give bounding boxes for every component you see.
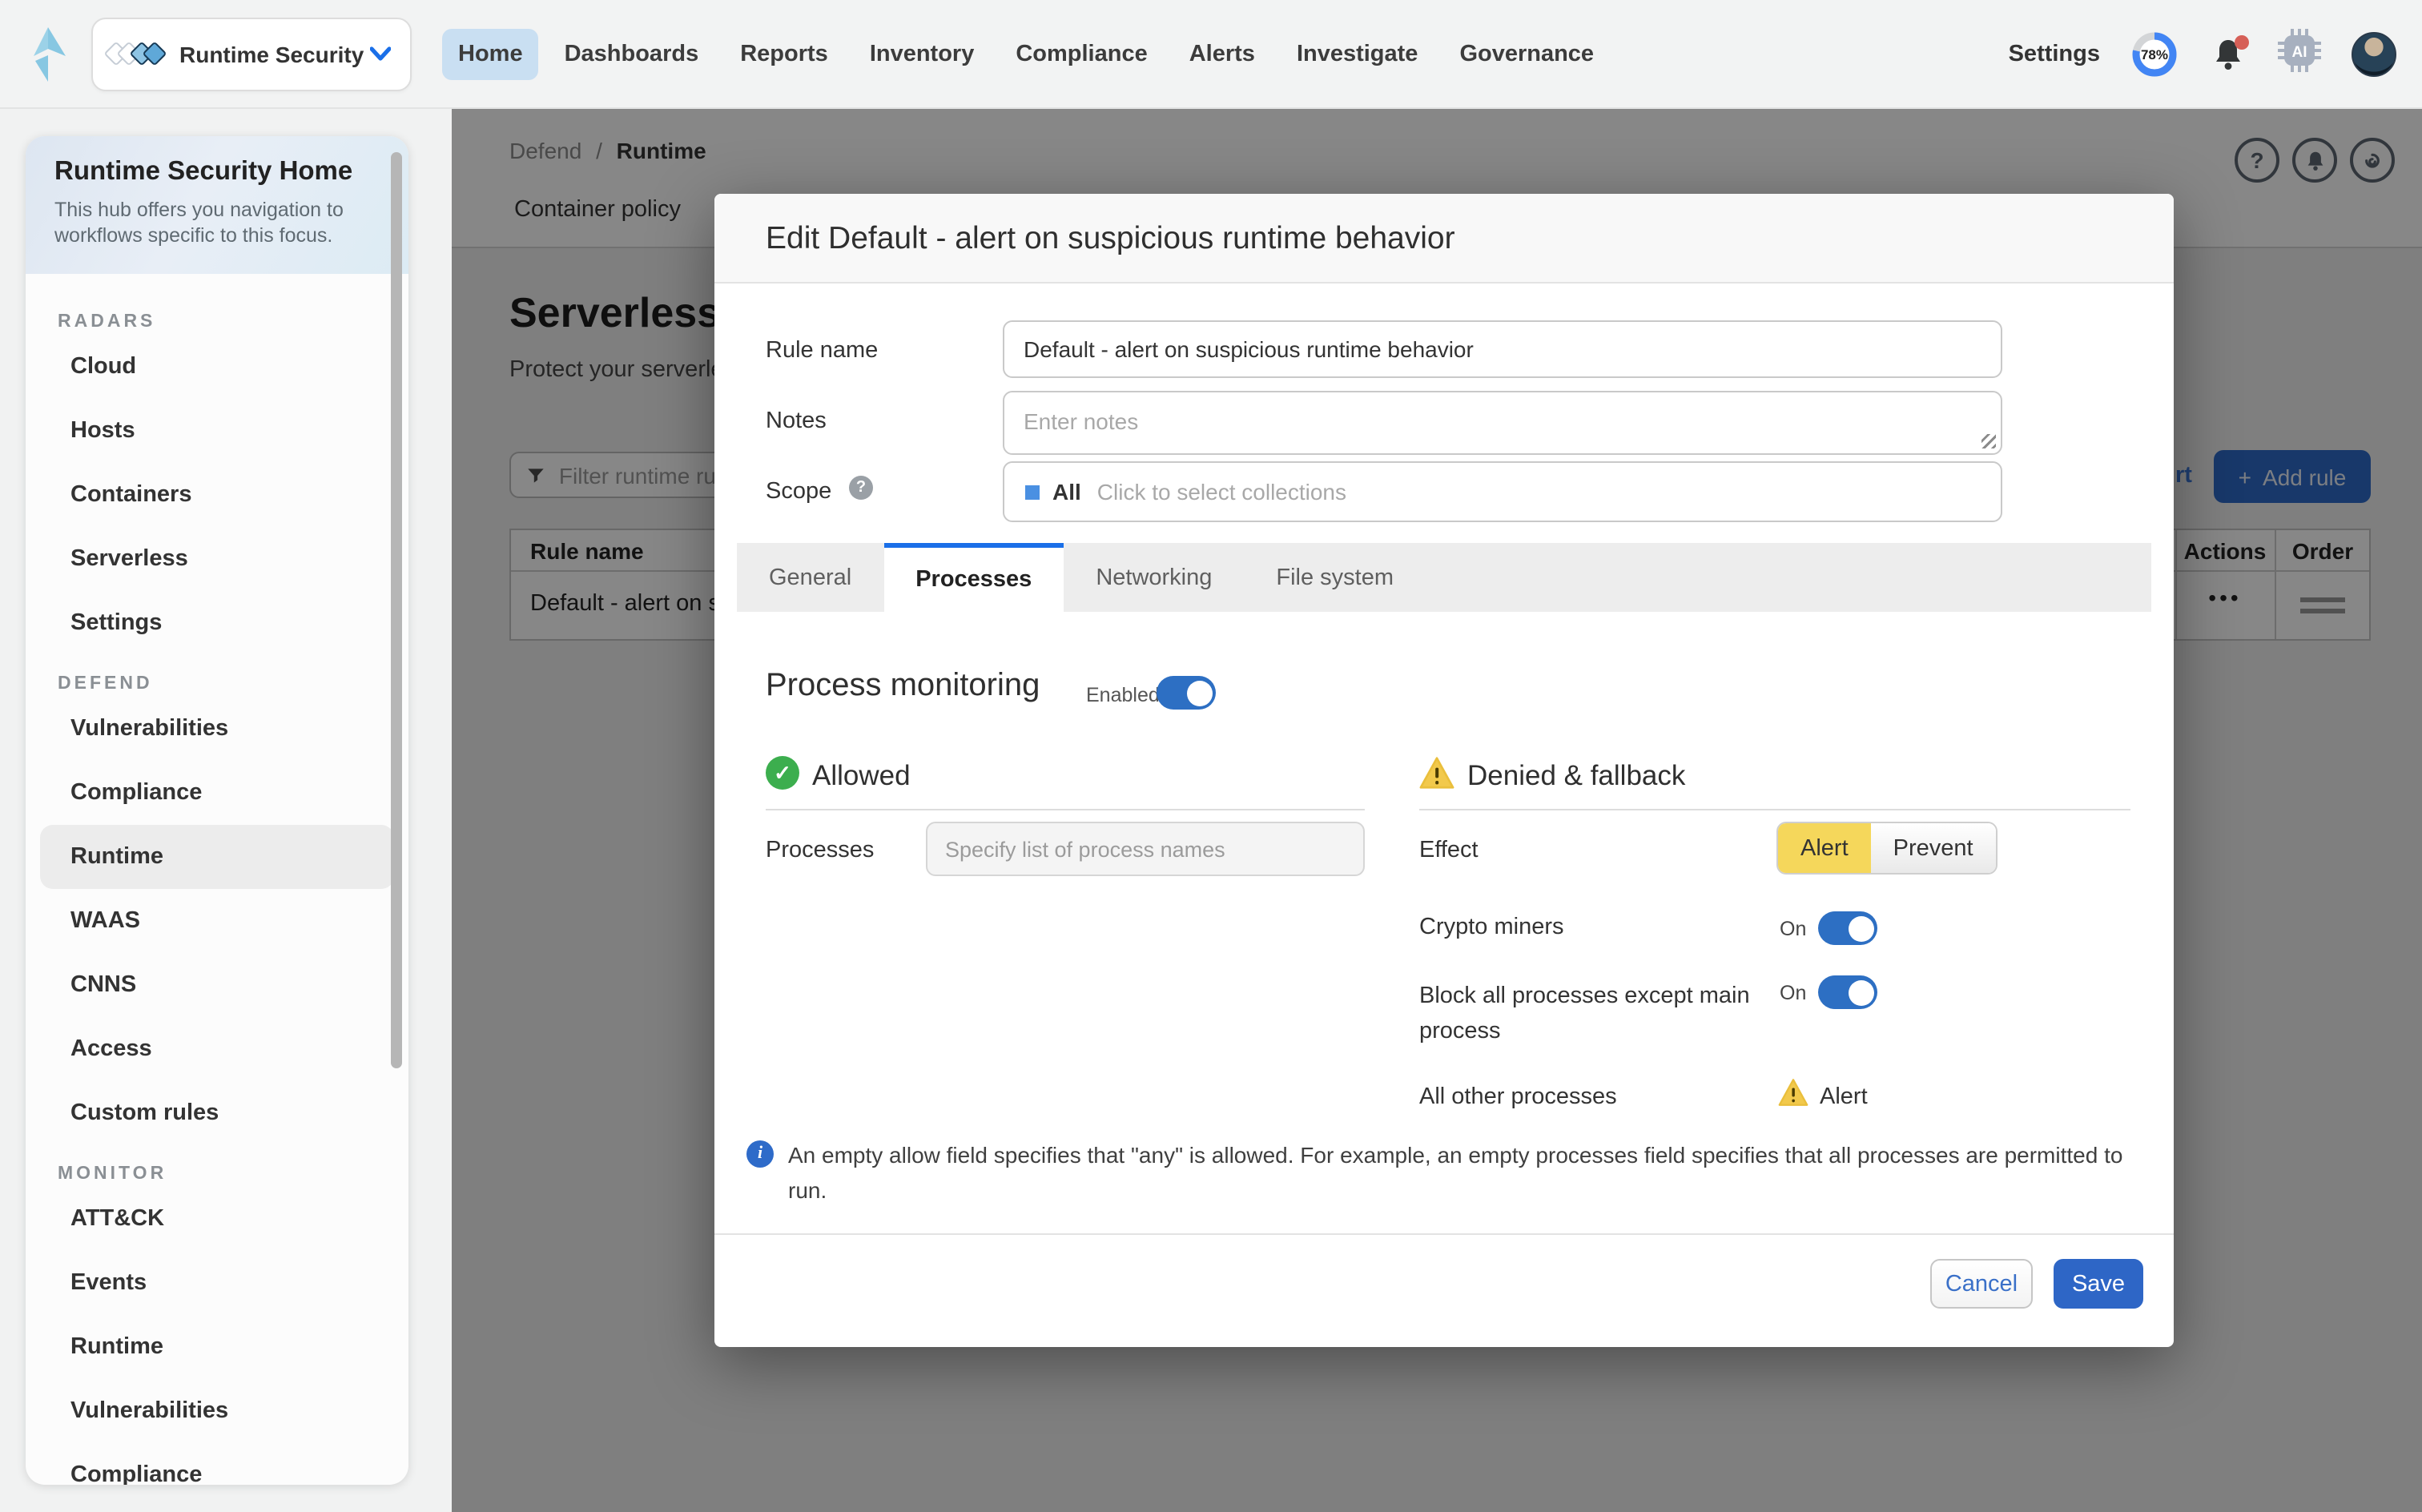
edit-rule-modal: Edit Default - alert on suspicious runti…: [714, 194, 2174, 1347]
other-processes-value: Alert: [1820, 1084, 1868, 1110]
nav-item-dashboards[interactable]: Dashboards: [549, 28, 715, 79]
sidebar-item-monitor-compliance[interactable]: Compliance: [40, 1443, 394, 1485]
sidebar-item-hosts[interactable]: Hosts: [40, 399, 394, 463]
credits-percent-label: 78%: [2130, 30, 2179, 78]
app-switcher-dropdown[interactable]: Runtime Security: [91, 17, 412, 90]
processes-label: Processes: [766, 838, 874, 863]
sidebar-hub-header: Runtime Security Home This hub offers yo…: [26, 136, 408, 274]
app-switcher-icon: [112, 45, 163, 62]
sidebar-item-custom-rules[interactable]: Custom rules: [40, 1081, 394, 1145]
notes-input[interactable]: [1003, 391, 2002, 455]
sidebar-item-serverless[interactable]: Serverless: [40, 527, 394, 591]
process-monitoring-heading: Process monitoring: [766, 668, 1040, 705]
sidebar-hub-card: Runtime Security Home This hub offers yo…: [26, 136, 408, 1485]
sidebar-item-settings[interactable]: Settings: [40, 591, 394, 655]
ai-copilot-icon[interactable]: AI: [2278, 28, 2321, 79]
notification-badge: [2235, 34, 2249, 49]
nav-item-inventory[interactable]: Inventory: [854, 28, 991, 79]
scope-selector[interactable]: All Click to select collections: [1003, 461, 2002, 522]
allowed-heading: Allowed: [812, 759, 911, 793]
sidebar-item-monitor-vulnerabilities[interactable]: Vulnerabilities: [40, 1379, 394, 1443]
scope-selected-value: All: [1052, 479, 1081, 505]
top-navigation: Home Dashboards Reports Inventory Compli…: [442, 28, 1610, 79]
nav-item-compliance[interactable]: Compliance: [1000, 28, 1163, 79]
settings-link[interactable]: Settings: [2009, 41, 2100, 66]
save-button[interactable]: Save: [2054, 1259, 2143, 1309]
sidebar-nav: RADARS Cloud Hosts Containers Serverless…: [26, 312, 408, 1485]
topbar: Runtime Security Home Dashboards Reports…: [0, 0, 2422, 109]
warning-icon: [1419, 756, 1454, 790]
sidebar-item-events[interactable]: Events: [40, 1251, 394, 1315]
svg-text:AI: AI: [2292, 43, 2307, 60]
processes-input[interactable]: [926, 822, 1365, 876]
process-monitoring-state-label: Enabled: [1086, 684, 1160, 706]
other-processes-label: All other processes: [1419, 1084, 1617, 1110]
collection-swatch-icon: [1025, 485, 1040, 499]
process-monitoring-toggle[interactable]: [1157, 676, 1216, 710]
user-avatar[interactable]: [2352, 31, 2396, 76]
rule-name-label: Rule name: [766, 338, 878, 364]
sidebar-section-radars: RADARS: [58, 312, 408, 332]
nav-item-home[interactable]: Home: [442, 28, 539, 79]
effect-alert-button[interactable]: Alert: [1778, 823, 1871, 873]
credits-progress-ring[interactable]: 78%: [2130, 30, 2179, 78]
sidebar-item-defend-vulnerabilities[interactable]: Vulnerabilities: [40, 697, 394, 761]
rule-name-input[interactable]: [1003, 320, 2002, 378]
crypto-miners-state-label: On: [1780, 918, 1806, 940]
notifications-bell-icon[interactable]: [2209, 34, 2247, 73]
app: Runtime Security Home Dashboards Reports…: [0, 0, 2422, 1512]
alert-warning-icon: [1778, 1078, 1808, 1115]
chevron-down-icon: [370, 46, 391, 61]
sidebar-section-defend: DEFEND: [58, 674, 408, 694]
scope-label: Scope: [766, 479, 831, 505]
app-switcher-label: Runtime Security: [179, 41, 370, 66]
sidebar-item-cnns[interactable]: CNNS: [40, 953, 394, 1017]
effect-prevent-button[interactable]: Prevent: [1871, 823, 1996, 873]
tab-general[interactable]: General: [737, 543, 883, 612]
effect-label: Effect: [1419, 838, 1479, 863]
sidebar-item-containers[interactable]: Containers: [40, 463, 394, 527]
check-icon: ✓: [766, 756, 799, 790]
block-processes-toggle[interactable]: [1818, 975, 1877, 1009]
sidebar-item-cloud[interactable]: Cloud: [40, 335, 394, 399]
nav-item-alerts[interactable]: Alerts: [1173, 28, 1271, 79]
sidebar-title: Runtime Security Home: [54, 157, 380, 187]
block-processes-state-label: On: [1780, 982, 1806, 1004]
scope-placeholder: Click to select collections: [1097, 479, 1346, 505]
sidebar-scrollbar[interactable]: [391, 152, 402, 1068]
info-note: An empty allow field specifies that "any…: [788, 1139, 2159, 1208]
block-processes-label: Block all processes except main process: [1419, 979, 1762, 1049]
resize-handle-icon[interactable]: [1981, 434, 1996, 448]
sidebar-item-monitor-runtime[interactable]: Runtime: [40, 1315, 394, 1379]
nav-item-investigate[interactable]: Investigate: [1281, 28, 1434, 79]
cancel-button[interactable]: Cancel: [1930, 1259, 2033, 1309]
sidebar-section-monitor: MONITOR: [58, 1164, 408, 1184]
modal-tabbar: General Processes Networking File system: [737, 543, 2151, 612]
nav-item-reports[interactable]: Reports: [724, 28, 844, 79]
topbar-right-cluster: Settings 78%: [2009, 28, 2396, 79]
modal-title: Edit Default - alert on suspicious runti…: [766, 194, 1455, 284]
crypto-miners-label: Crypto miners: [1419, 915, 1564, 940]
sidebar-item-defend-compliance[interactable]: Compliance: [40, 761, 394, 825]
logo-icon: [26, 25, 70, 82]
sidebar-description: This hub offers you navigation to workfl…: [54, 197, 359, 248]
modal-header: Edit Default - alert on suspicious runti…: [714, 194, 2174, 284]
sidebar-item-defend-runtime[interactable]: Runtime: [40, 825, 394, 889]
sidebar-item-waas[interactable]: WAAS: [40, 889, 394, 953]
nav-item-governance[interactable]: Governance: [1443, 28, 1610, 79]
effect-segmented-control: Alert Prevent: [1776, 822, 1998, 875]
tab-file-system[interactable]: File system: [1244, 543, 1426, 612]
tab-processes[interactable]: Processes: [883, 543, 1064, 612]
sidebar: Runtime Security Home This hub offers yo…: [0, 109, 452, 1512]
sidebar-item-attack[interactable]: ATT&CK: [40, 1187, 394, 1251]
info-icon: i: [746, 1140, 774, 1168]
sidebar-item-access[interactable]: Access: [40, 1017, 394, 1081]
denied-heading: Denied & fallback: [1467, 759, 1685, 793]
tab-networking[interactable]: Networking: [1064, 543, 1244, 612]
notes-label: Notes: [766, 408, 827, 434]
scope-help-icon[interactable]: ?: [849, 476, 873, 500]
crypto-miners-toggle[interactable]: [1818, 911, 1877, 945]
